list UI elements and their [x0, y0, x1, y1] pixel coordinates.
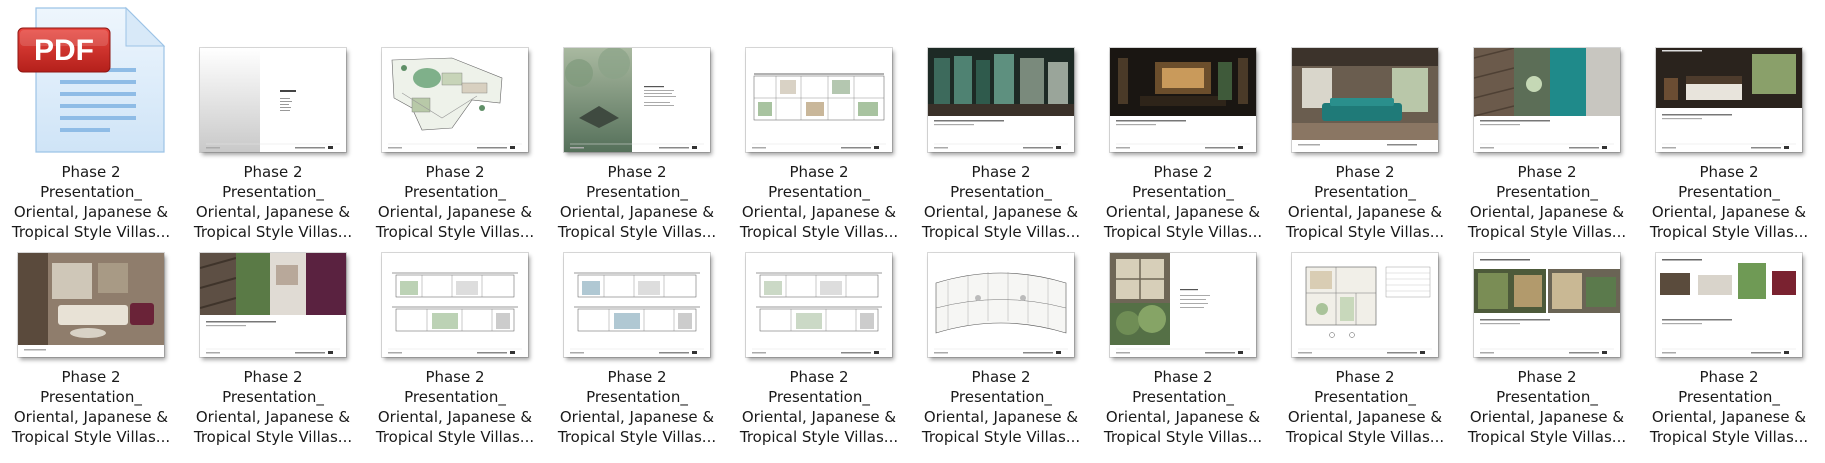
file-name-line: Oriental, Japanese & — [195, 408, 351, 426]
file-name-label[interactable]: Phase 2 Presentation_ Oriental, Japanese &… — [1274, 367, 1456, 447]
file-name-line: Oriental, Japanese & — [1105, 408, 1261, 426]
file-name-line: Presentation_ — [586, 388, 688, 406]
file-name-label[interactable]: Phase 2 Presentation_ Oriental, Japanese &… — [0, 367, 182, 447]
file-thumbnail[interactable] — [200, 253, 346, 357]
file-item[interactable]: Phase 2 Presentation_ Oriental, Japanese &… — [728, 0, 910, 463]
file-name-line: Oriental, Japanese & — [13, 408, 169, 426]
file-name-line: Tropical Style Villas... — [921, 428, 1081, 446]
file-name-line: Presentation_ — [40, 388, 142, 406]
file-name-line: Phase 2 — [1153, 368, 1213, 386]
file-item[interactable]: Phase 2 Presentation_ Oriental, Japanese &… — [182, 0, 364, 463]
file-name-label[interactable]: Phase 2 Presentation_ Oriental, Japanese &… — [182, 367, 364, 447]
file-name-line: Tropical Style Villas... — [1285, 428, 1445, 446]
file-name-line: Presentation_ — [1132, 388, 1234, 406]
file-name-line: Oriental, Japanese & — [1651, 408, 1807, 426]
file-thumbnail[interactable] — [1292, 253, 1438, 357]
file-name-line: Tropical Style Villas... — [193, 428, 353, 446]
file-name-line: Phase 2 — [243, 368, 303, 386]
file-name-line: Presentation_ — [222, 388, 324, 406]
file-name-label[interactable]: Phase 2 Presentation_ Oriental, Japanese &… — [1456, 367, 1638, 447]
file-name-line: Phase 2 — [1699, 368, 1759, 386]
file-item[interactable]: Phase 2 Presentation_ Oriental, Japanese &… — [1274, 0, 1456, 463]
file-item[interactable]: Phase 2 Presentation_ Oriental, Japanese &… — [910, 0, 1092, 463]
file-name-line: Tropical Style Villas... — [557, 428, 717, 446]
file-item[interactable]: Phase 2 Presentation_ Oriental, Japanese &… — [364, 0, 546, 463]
file-name-label[interactable]: Phase 2 Presentation_ Oriental, Japanese &… — [364, 367, 546, 447]
file-name-line: Presentation_ — [1678, 388, 1780, 406]
file-name-label[interactable]: Phase 2 Presentation_ Oriental, Japanese &… — [546, 367, 728, 447]
file-name-line: Phase 2 — [425, 368, 485, 386]
file-name-line: Presentation_ — [1496, 388, 1598, 406]
file-thumbnail[interactable] — [928, 253, 1074, 357]
file-thumbnail[interactable] — [1474, 253, 1620, 357]
file-name-line: Presentation_ — [768, 388, 870, 406]
file-name-label[interactable]: Phase 2 Presentation_ Oriental, Japanese &… — [910, 367, 1092, 447]
file-name-line: Tropical Style Villas... — [1467, 428, 1627, 446]
file-item[interactable]: Phase 2 Presentation_ Oriental, Japanese &… — [1456, 0, 1638, 463]
file-name-line: Tropical Style Villas... — [1103, 428, 1263, 446]
file-name-line: Oriental, Japanese & — [1287, 408, 1443, 426]
file-name-line: Tropical Style Villas... — [11, 428, 171, 446]
file-name-line: Oriental, Japanese & — [377, 408, 533, 426]
file-thumbnail[interactable] — [1110, 253, 1256, 357]
file-name-line: Oriental, Japanese & — [559, 408, 715, 426]
file-grid: PDF Phase 2 Presentation_ Oriental, Japane… — [0, 0, 1825, 463]
file-name-line: Presentation_ — [950, 388, 1052, 406]
file-name-label[interactable]: Phase 2 Presentation_ Oriental, Japanese &… — [1092, 367, 1274, 447]
file-name-line: Presentation_ — [404, 388, 506, 406]
file-name-line: Oriental, Japanese & — [923, 408, 1079, 426]
file-name-line: Oriental, Japanese & — [1469, 408, 1625, 426]
file-item[interactable]: Phase 2 Presentation_ Oriental, Japanese &… — [1092, 0, 1274, 463]
file-thumbnail[interactable] — [746, 253, 892, 357]
file-item[interactable]: Phase 2 Presentation_ Oriental, Japanese &… — [1638, 0, 1820, 463]
file-name-label[interactable]: Phase 2 Presentation_ Oriental, Japanese &… — [1638, 367, 1820, 447]
file-name-line: Phase 2 — [971, 368, 1031, 386]
file-thumbnail[interactable] — [1656, 253, 1802, 357]
file-name-line: Tropical Style Villas... — [739, 428, 899, 446]
file-name-line: Phase 2 — [1335, 368, 1395, 386]
file-name-line: Oriental, Japanese & — [741, 408, 897, 426]
file-name-line: Phase 2 — [607, 368, 667, 386]
file-item[interactable]: Phase 2 Presentation_ Oriental, Japanese &… — [546, 0, 728, 463]
file-name-line: Tropical Style Villas... — [1649, 428, 1809, 446]
file-thumbnail[interactable] — [564, 253, 710, 357]
file-name-line: Phase 2 — [61, 368, 121, 386]
file-name-line: Phase 2 — [1517, 368, 1577, 386]
file-name-line: Presentation_ — [1314, 388, 1416, 406]
file-thumbnail[interactable] — [18, 253, 164, 357]
file-item[interactable]: Phase 2 Presentation_ Oriental, Japanese &… — [0, 0, 182, 463]
file-name-line: Phase 2 — [789, 368, 849, 386]
file-name-line: Tropical Style Villas... — [375, 428, 535, 446]
file-thumbnail[interactable] — [382, 253, 528, 357]
file-name-label[interactable]: Phase 2 Presentation_ Oriental, Japanese &… — [728, 367, 910, 447]
